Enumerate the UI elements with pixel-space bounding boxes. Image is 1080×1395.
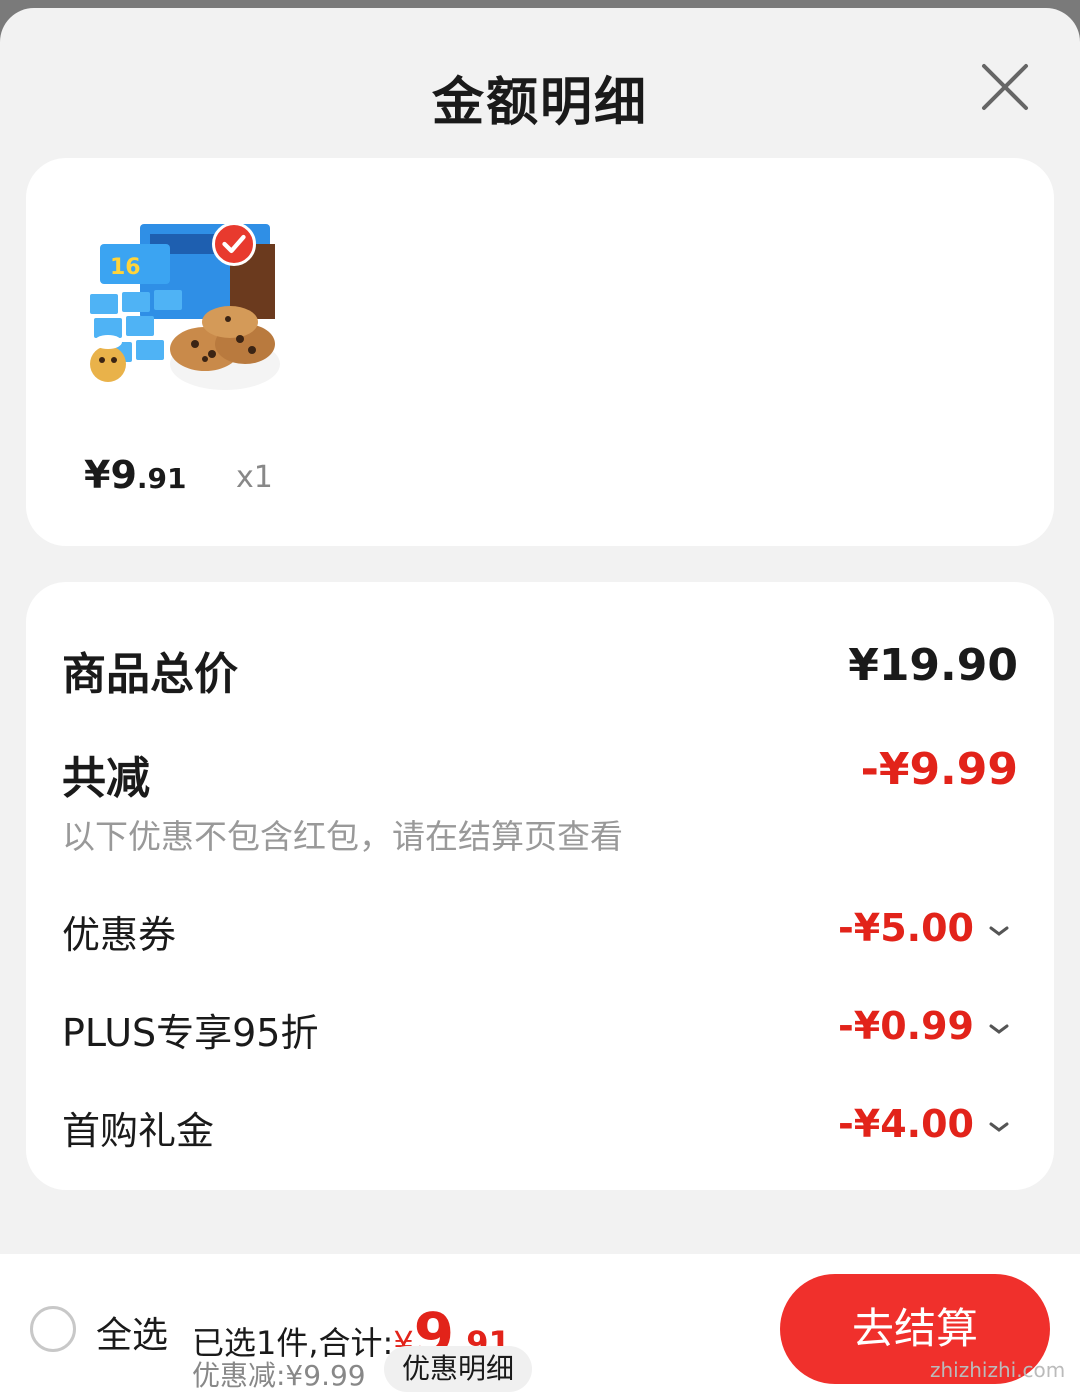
select-all-label[interactable]: 全选 — [96, 1306, 168, 1358]
item-price-integer: ¥9 — [84, 453, 137, 497]
watermark: zhizhizhi.com — [930, 1358, 1066, 1382]
price-detail-card: 商品总价 ¥19.90 共减 -¥9.99 以下优惠不包含红包，请在结算页查看 … — [26, 582, 1054, 1190]
amount-detail-sheet: 金额明细 16 ¥9.91 x1 商品总价 ¥19.90 共减 -¥9.99 以… — [0, 8, 1080, 1395]
sheet-title: 金额明细 — [431, 73, 648, 133]
chevron-down-icon[interactable] — [988, 1120, 1010, 1134]
item-price-decimal: .91 — [136, 462, 187, 495]
saved-amount: 优惠减:¥9.99 — [192, 1359, 366, 1392]
chevron-down-icon[interactable] — [988, 924, 1010, 938]
plus-discount-value: -¥0.99 — [838, 1004, 974, 1048]
total-discount-value: -¥9.99 — [860, 744, 1018, 795]
close-icon[interactable] — [976, 58, 1034, 116]
total-discount-label: 共减 — [62, 753, 150, 804]
total-price-value: ¥19.90 — [848, 640, 1018, 691]
plus-discount-label: PLUS专享95折 — [62, 1011, 319, 1055]
svg-text:16: 16 — [110, 255, 141, 280]
discount-note: 以下优惠不包含红包，请在结算页查看 — [62, 817, 623, 856]
first-purchase-value: -¥4.00 — [838, 1102, 974, 1146]
product-card: 16 ¥9.91 x1 — [26, 158, 1054, 546]
select-all-radio[interactable] — [30, 1306, 76, 1352]
coupon-label: 优惠券 — [62, 913, 177, 957]
discount-detail-button[interactable]: 优惠明细 — [384, 1346, 533, 1392]
checkout-bar: 全选 已选1件,合计:¥9.91 优惠减:¥9.99 优惠明细 去结算 zhiz… — [0, 1254, 1080, 1395]
selected-check-icon[interactable] — [212, 222, 256, 266]
chevron-down-icon[interactable] — [988, 1022, 1010, 1036]
first-purchase-label: 首购礼金 — [62, 1109, 215, 1153]
item-price: ¥9.91 — [84, 453, 187, 497]
coupon-value: -¥5.00 — [838, 906, 974, 950]
total-price-label: 商品总价 — [62, 649, 238, 700]
item-quantity: x1 — [236, 460, 273, 495]
